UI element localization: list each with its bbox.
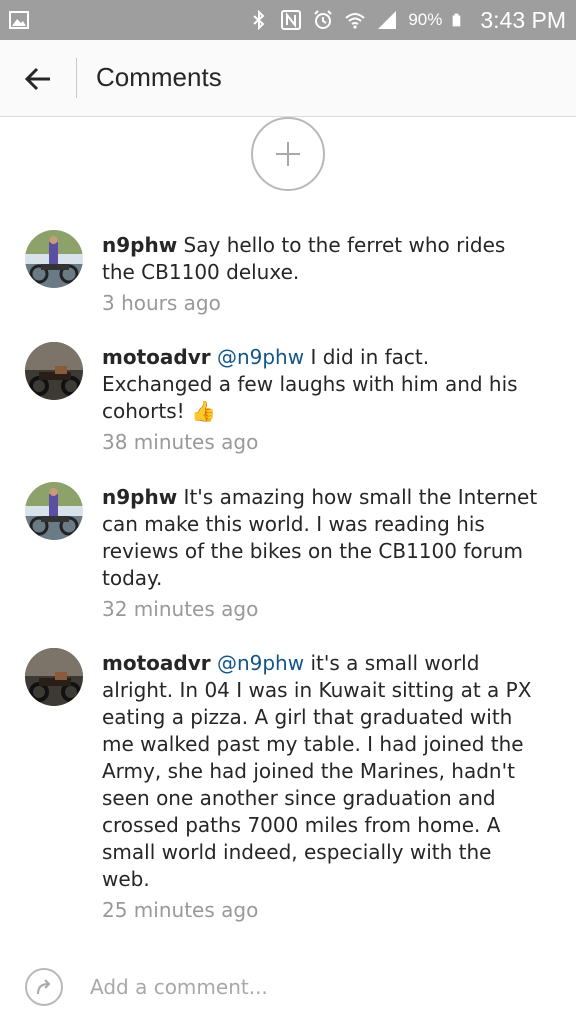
signal-icon: [378, 11, 397, 29]
avatar[interactable]: [25, 648, 83, 706]
bluetooth-icon: [253, 9, 265, 31]
battery-percent: 90%: [408, 10, 443, 29]
page-title: Comments: [96, 62, 222, 92]
comment-composer: [0, 950, 576, 1024]
thumbs-up-emoji: 👍: [191, 399, 216, 423]
comment-mention[interactable]: @n9phw: [217, 345, 304, 369]
battery-icon: [452, 13, 461, 27]
share-icon: [37, 979, 51, 995]
back-button[interactable]: [18, 60, 58, 98]
comment-username[interactable]: n9phw: [102, 485, 177, 509]
comment-mention[interactable]: @n9phw: [217, 651, 304, 675]
share-button[interactable]: [25, 968, 63, 1006]
comment-text: n9phw Say hello to the ferret who rides …: [102, 232, 542, 317]
comment-username[interactable]: motoadvr: [102, 651, 211, 675]
comment-text: motoadvr @n9phw it's a small world alrig…: [102, 650, 542, 924]
comment-text: motoadvr @n9phw I did in fact. Exchanged…: [102, 344, 542, 456]
status-bar: 90% 3:43 PM: [0, 0, 576, 40]
comment-timestamp: 38 minutes ago: [102, 430, 259, 454]
comment-username[interactable]: n9phw: [102, 233, 177, 257]
plus-icon: [276, 142, 300, 166]
comment-text: n9phw It's amazing how small the Interne…: [102, 484, 542, 623]
comment-message: it's a small world alright. In 04 I was …: [102, 651, 532, 891]
load-more-button[interactable]: [251, 117, 325, 191]
comment-timestamp: 3 hours ago: [102, 291, 221, 315]
gallery-icon: [9, 11, 29, 29]
comment-timestamp: 32 minutes ago: [102, 597, 259, 621]
avatar[interactable]: [25, 482, 83, 540]
avatar[interactable]: [25, 230, 83, 288]
comment-input[interactable]: [90, 970, 550, 1004]
clock: 3:43 PM: [480, 6, 566, 33]
nfc-icon: [281, 10, 302, 30]
header-divider: [76, 58, 77, 98]
comment-username[interactable]: motoadvr: [102, 345, 211, 369]
alarm-icon: [314, 10, 333, 29]
back-arrow-icon: [24, 67, 50, 91]
comment-timestamp: 25 minutes ago: [102, 898, 259, 922]
wifi-icon: [345, 13, 365, 29]
avatar[interactable]: [25, 342, 83, 400]
app-bar: Comments: [0, 40, 576, 117]
